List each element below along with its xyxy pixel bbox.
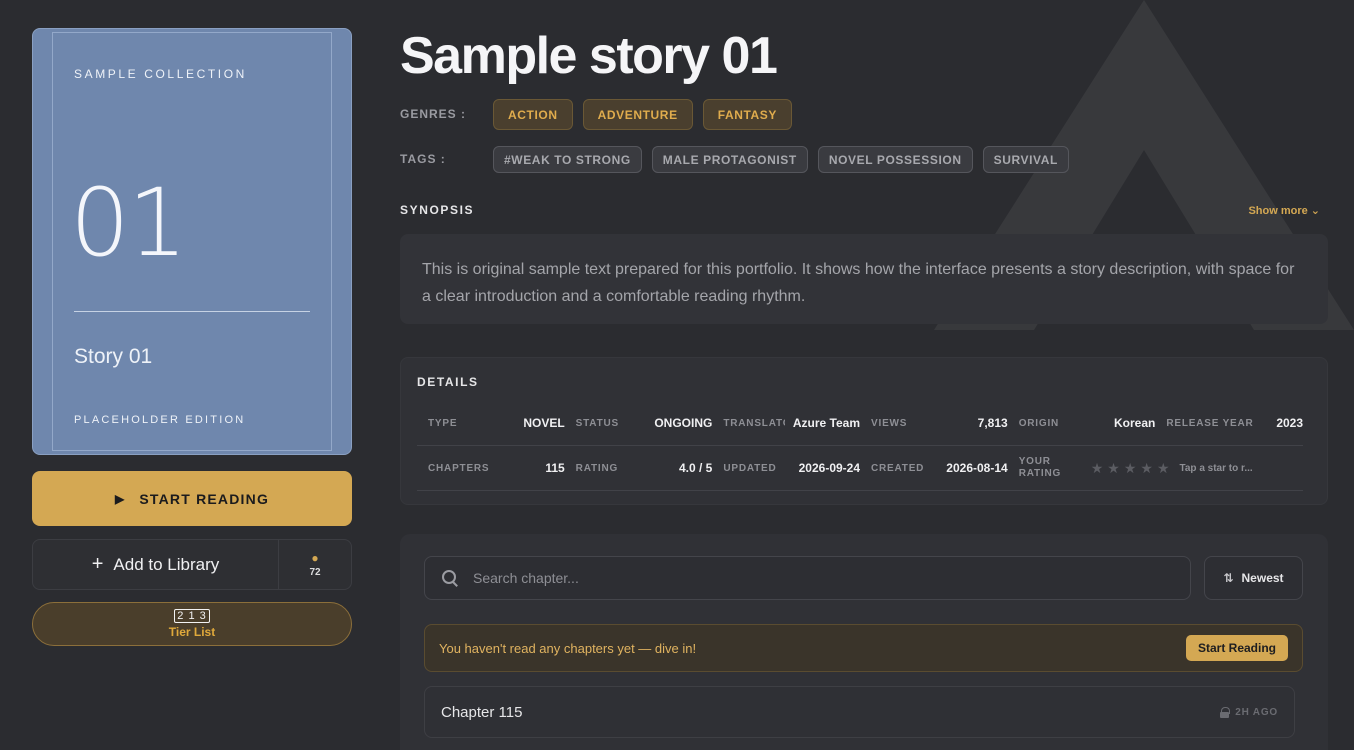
notice-text: You haven't read any chapters yet — dive… (439, 640, 697, 656)
search-input[interactable]: Search chapter... (424, 556, 1191, 600)
chapter-list-item[interactable]: Chapter 115 2H AGO (424, 686, 1295, 738)
cover-number: 01 (70, 169, 188, 278)
genre-chip[interactable]: ADVENTURE (582, 99, 693, 130)
cover-edition-text: PLACEHOLDER EDITION (74, 414, 246, 426)
detail-key: STATUS (575, 417, 619, 429)
star-icon[interactable]: ★ (1157, 460, 1170, 477)
reading-notice: You haven't read any chapters yet — dive… (424, 624, 1303, 672)
detail-type: TYPE NOVEL (417, 401, 565, 445)
detail-status: STATUS ONGOING (565, 401, 713, 445)
detail-key: RATING (575, 462, 619, 474)
details-row: TYPE NOVEL STATUS ONGOING TRANSLATOR Azure … (417, 401, 1303, 446)
start-reading-label: START READING (139, 490, 270, 507)
cover-story-name: Story 01 (74, 345, 153, 368)
tag-chips: #WEAK TO STRONG MALE PROTAGONIST NOVEL P… (493, 146, 1069, 173)
notice-start-reading-button[interactable]: Start Reading (1185, 635, 1288, 661)
detail-value: 7,813 (977, 416, 1008, 430)
lock-icon (1220, 706, 1231, 718)
sort-label: Newest (1241, 571, 1284, 585)
sort-icon: ⇅ (1223, 571, 1234, 585)
detail-value: 2026-08-14 (946, 461, 1008, 475)
tags-label: TAGS : (400, 152, 446, 166)
detail-key: CREATED (871, 462, 925, 474)
cover-image: SAMPLE COLLECTION 01 Story 01 PLACEHOLDE… (32, 28, 352, 455)
tag-chip[interactable]: #WEAK TO STRONG (493, 146, 642, 173)
detail-value: 2026-09-24 (798, 461, 861, 475)
tag-chip[interactable]: SURVIVAL (982, 146, 1069, 173)
star-icon[interactable]: ★ (1107, 460, 1120, 477)
detail-value: NOVEL (523, 416, 565, 430)
chapter-meta: 2H AGO (1220, 706, 1278, 718)
detail-release-year: RELEASE YEAR 2023 (1155, 401, 1303, 445)
chapter-title: Chapter 115 (441, 703, 523, 721)
genre-chip[interactable]: FANTASY (702, 99, 793, 130)
genre-chips: ACTION ADVENTURE FANTASY (493, 99, 793, 130)
star-icon[interactable]: ★ (1091, 460, 1104, 477)
library-count: 72 (309, 566, 321, 578)
detail-value: ONGOING (654, 416, 713, 430)
sort-button[interactable]: ⇅ Newest (1204, 556, 1303, 600)
library-count-button[interactable]: ● 72 (279, 540, 351, 589)
rating-stars: ★ ★ ★ ★ ★ (1091, 460, 1170, 477)
detail-key: TRANSLATOR (723, 417, 785, 429)
add-to-library-label: Add to Library (113, 554, 220, 574)
search-icon (442, 570, 458, 586)
details-grid: TYPE NOVEL STATUS ONGOING TRANSLATOR Azure … (417, 401, 1303, 491)
detail-rating: RATING 4.0 / 5 (565, 446, 713, 490)
synopsis-heading: SYNOPSIS (400, 203, 475, 217)
chapters-panel: Search chapter... ⇅ Newest You haven't r… (400, 534, 1328, 750)
detail-created: CREATED 2026-08-14 (860, 446, 1008, 490)
detail-updated: UPDATED 2026-09-24 (712, 446, 860, 490)
page-title: Sample story 01 (400, 27, 778, 85)
play-icon: ▶ (114, 491, 126, 506)
detail-value: 2023 (1276, 416, 1304, 430)
your-rating-label: YOUR RATING (1018, 456, 1062, 479)
star-icon[interactable]: ★ (1140, 460, 1153, 477)
detail-origin: ORIGIN Korean (1008, 401, 1156, 445)
chapter-time: 2H AGO (1235, 706, 1278, 718)
star-icon[interactable]: ★ (1124, 460, 1137, 477)
detail-value: Korean (1114, 416, 1156, 430)
detail-chapters: CHAPTERS 115 (417, 446, 565, 490)
your-rating: YOUR RATING ★ ★ ★ ★ ★ Tap a star to r... (1008, 446, 1303, 490)
podium-icon: 2 1 3 (174, 609, 210, 623)
detail-value: 4.0 / 5 (678, 461, 713, 475)
cover-divider (74, 311, 310, 312)
cover-collection-text: SAMPLE COLLECTION (74, 67, 247, 81)
detail-key: RELEASE YEAR (1166, 417, 1254, 429)
details-heading: DETAILS (417, 375, 479, 389)
detail-key: CHAPTERS (428, 462, 490, 474)
tag-chip[interactable]: MALE PROTAGONIST (651, 146, 808, 173)
detail-key: TYPE (428, 417, 458, 429)
person-icon: ● (311, 550, 319, 565)
rating-hint: Tap a star to r... (1179, 462, 1253, 474)
detail-key: VIEWS (871, 417, 908, 429)
start-reading-button[interactable]: ▶ START READING (32, 471, 352, 526)
detail-key: ORIGIN (1018, 417, 1060, 429)
search-placeholder: Search chapter... (473, 570, 579, 586)
detail-views: VIEWS 7,813 (860, 401, 1008, 445)
synopsis-text: This is original sample text prepared fo… (400, 234, 1328, 324)
tier-list-label: Tier List (168, 625, 216, 639)
tag-chip[interactable]: NOVEL POSSESSION (817, 146, 973, 173)
left-column: SAMPLE COLLECTION 01 Story 01 PLACEHOLDE… (32, 28, 352, 646)
add-to-library-button[interactable]: + Add to Library (33, 540, 279, 589)
details-panel: DETAILS TYPE NOVEL STATUS ONGOING TRANSLAT… (400, 357, 1328, 505)
plus-icon: + (91, 553, 104, 575)
details-row: CHAPTERS 115 RATING 4.0 / 5 UPDATED 2026-09… (417, 446, 1303, 491)
detail-value: Azure Team (792, 416, 861, 430)
detail-value: 115 (545, 461, 565, 475)
detail-key: UPDATED (723, 462, 777, 474)
show-more-link[interactable]: Show more ⌄ (1248, 204, 1320, 217)
genres-label: GENRES : (400, 107, 467, 121)
detail-translator: TRANSLATOR Azure Team (712, 401, 860, 445)
genre-chip[interactable]: ACTION (493, 99, 573, 130)
tier-list-button[interactable]: 2 1 3 Tier List (32, 602, 352, 646)
library-row: + Add to Library ● 72 (32, 539, 352, 590)
